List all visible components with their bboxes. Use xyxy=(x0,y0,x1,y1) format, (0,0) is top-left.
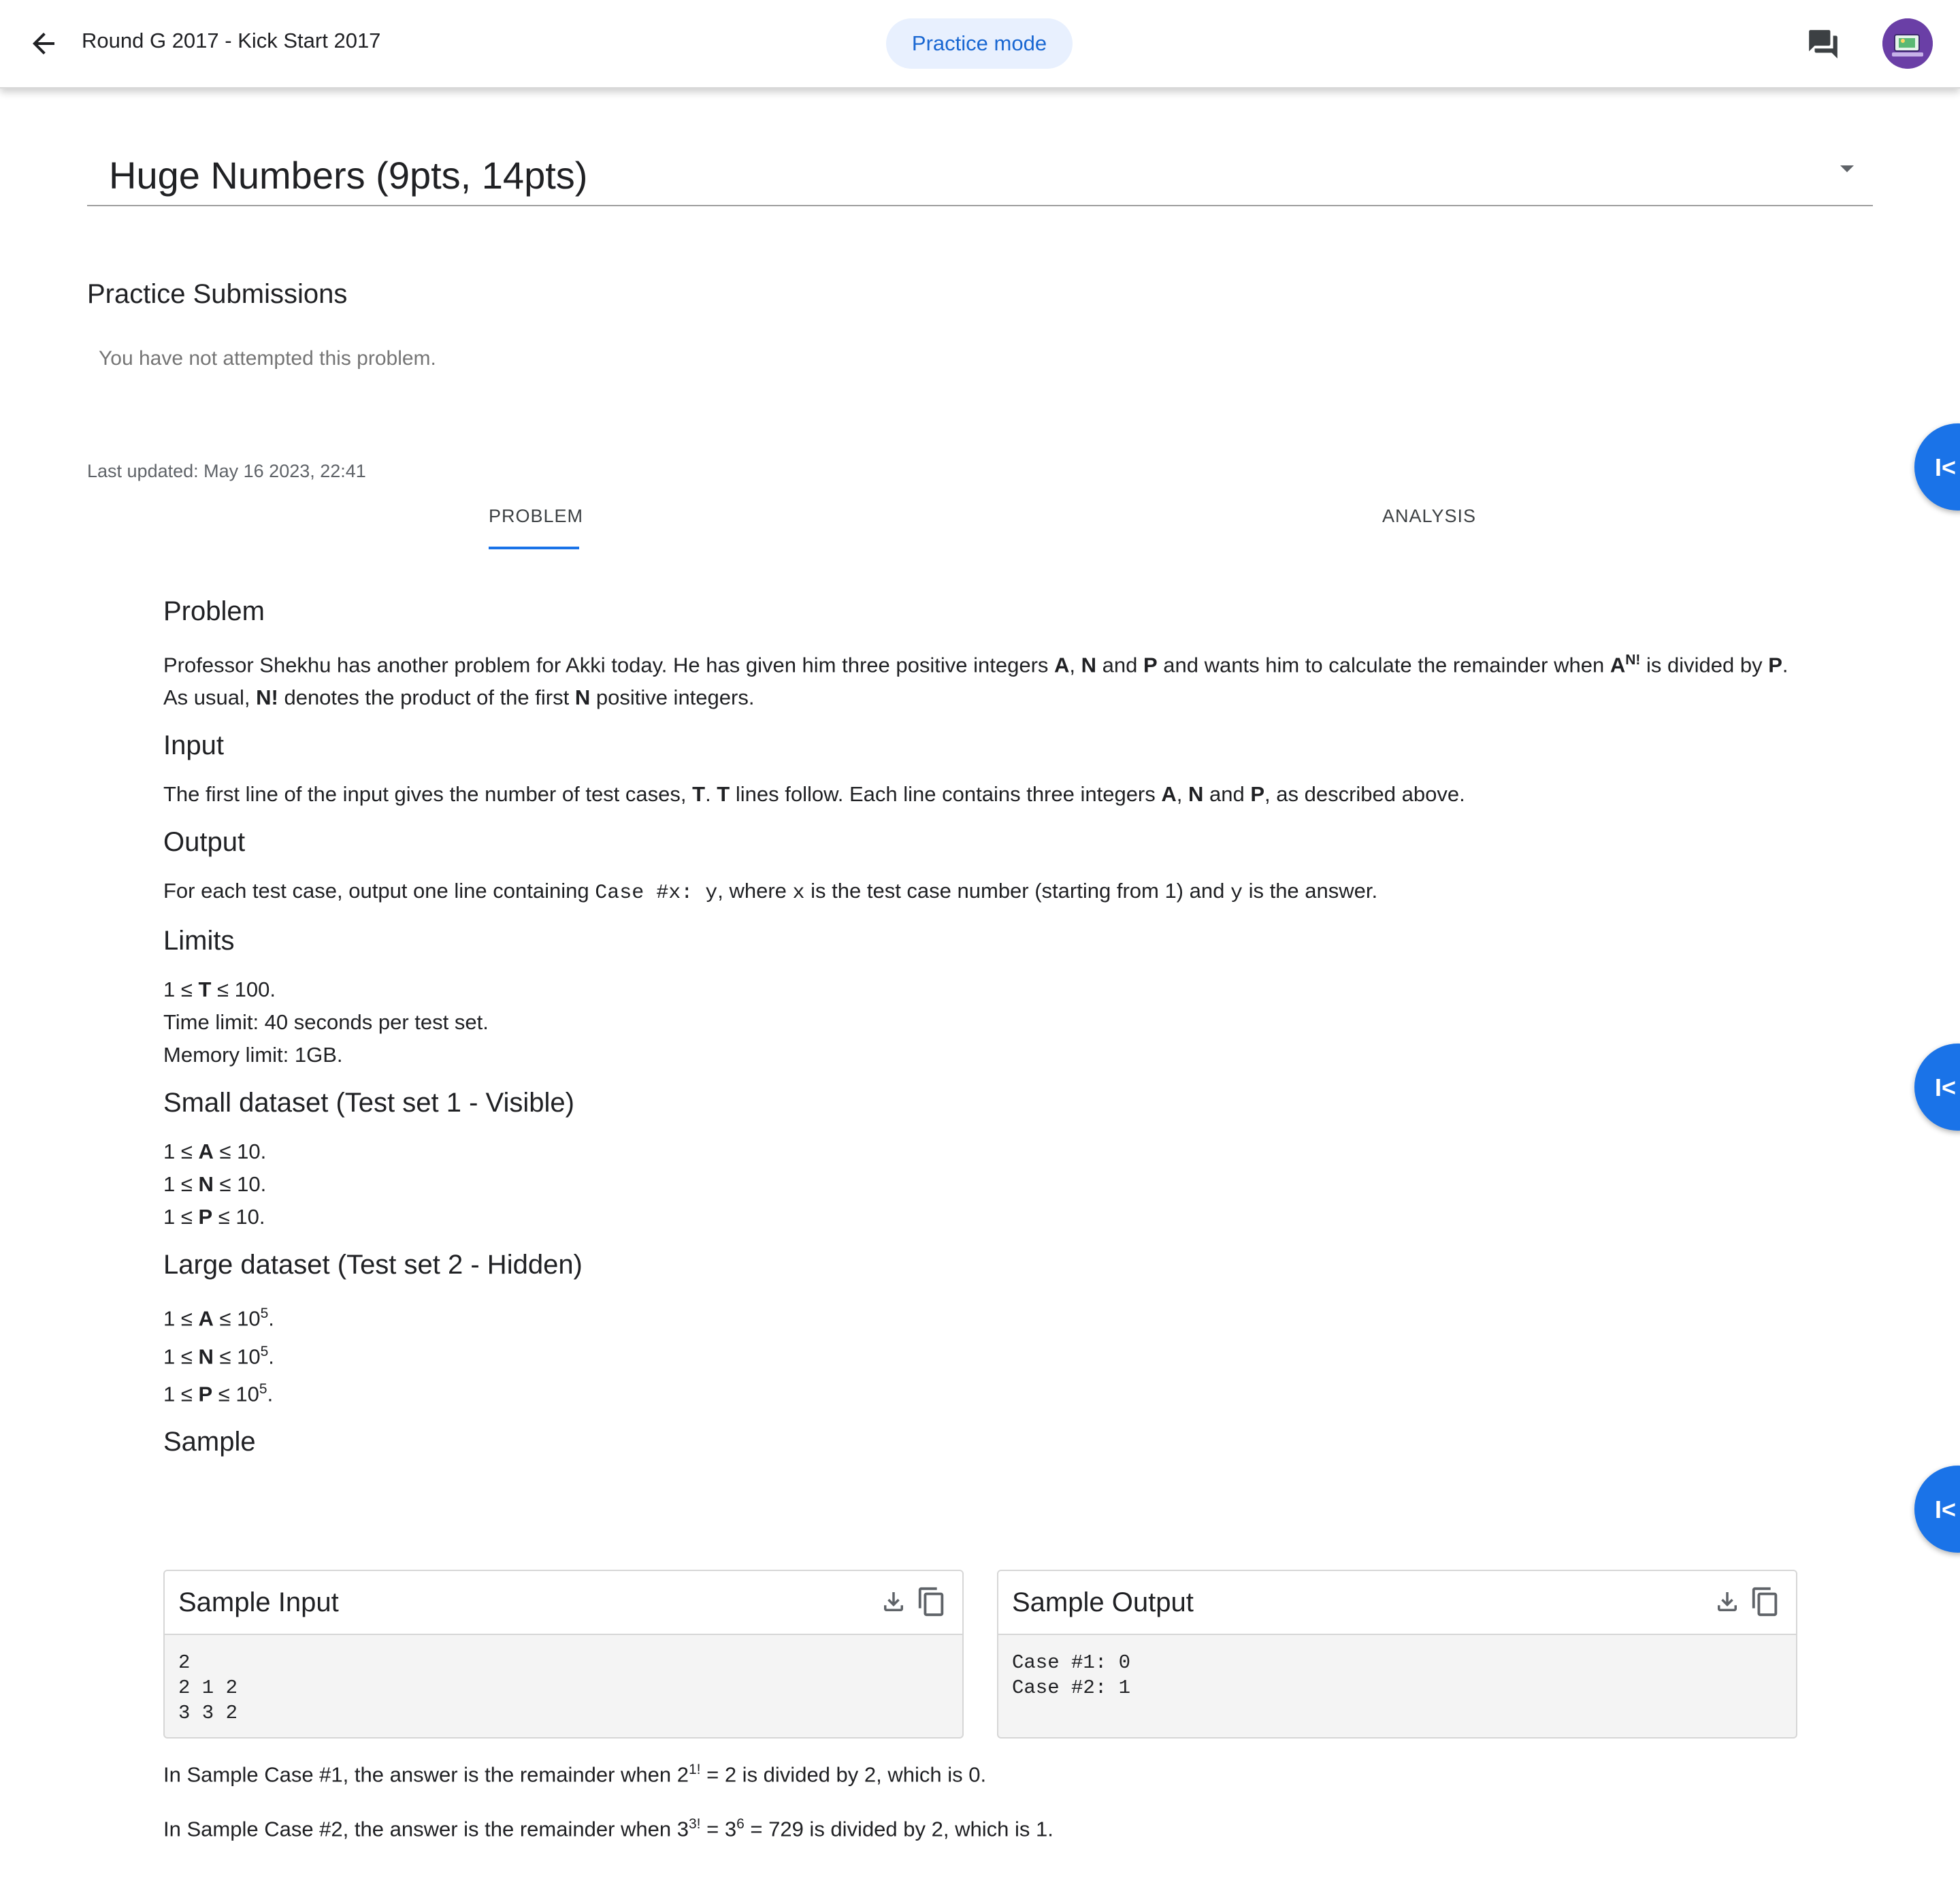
user-avatar[interactable] xyxy=(1882,18,1933,69)
large-dataset-heading: Large dataset (Test set 2 - Hidden) xyxy=(163,1250,583,1280)
copy-icon[interactable] xyxy=(916,1586,947,1617)
sample-heading: Sample xyxy=(163,1427,256,1457)
problem-title: Huge Numbers (9pts, 14pts) xyxy=(109,154,588,197)
sample-input-label: Sample Input xyxy=(178,1587,339,1617)
active-tab-indicator xyxy=(489,547,579,549)
problem-selector[interactable]: Huge Numbers (9pts, 14pts) xyxy=(87,140,1873,206)
output-paragraph: For each test case, output one line cont… xyxy=(163,879,1378,905)
large-dataset-limits: 1 ≤ A ≤ 105. 1 ≤ N ≤ 105. 1 ≤ P ≤ 105. xyxy=(163,1306,274,1406)
first-page-icon: I< xyxy=(1935,453,1957,481)
submissions-heading: Practice Submissions xyxy=(87,279,348,309)
dropdown-caret-icon xyxy=(1840,165,1854,172)
collapse-panel-button[interactable]: I< xyxy=(1914,1044,1960,1131)
practice-mode-badge: Practice mode xyxy=(886,18,1073,69)
round-title: Round G 2017 - Kick Start 2017 xyxy=(82,29,381,52)
tab-problem[interactable]: PROBLEM xyxy=(489,506,583,527)
sample-input-box: Sample Input 2 2 1 2 3 3 2 xyxy=(163,1570,964,1739)
sample-input-header: Sample Input xyxy=(165,1571,962,1635)
output-heading: Output xyxy=(163,827,246,858)
sample-io: Sample Input 2 2 1 2 3 3 2 Sample Output… xyxy=(163,1570,1797,1739)
sample-output-label: Sample Output xyxy=(1012,1587,1194,1617)
limits-list: 1 ≤ T ≤ 100. Time limit: 40 seconds per t… xyxy=(163,977,489,1067)
limits-heading: Limits xyxy=(163,926,235,956)
download-icon[interactable] xyxy=(879,1587,908,1616)
sample-output-box: Sample Output Case #1: 0 Case #2: 1 xyxy=(997,1570,1797,1739)
copy-icon[interactable] xyxy=(1750,1586,1781,1617)
first-page-icon: I< xyxy=(1935,1073,1957,1101)
input-heading: Input xyxy=(163,730,224,761)
collapse-panel-button[interactable]: I< xyxy=(1914,423,1960,511)
top-app-bar: Round G 2017 - Kick Start 2017 Practice … xyxy=(0,0,1960,88)
download-icon[interactable] xyxy=(1713,1587,1742,1616)
problem-heading: Problem xyxy=(163,596,265,626)
tab-analysis[interactable]: ANALYSIS xyxy=(1382,506,1476,527)
collapse-panel-button[interactable]: I< xyxy=(1914,1466,1960,1553)
problem-paragraph: Professor Shekhu has another problem for… xyxy=(163,652,1788,710)
sample-output-text[interactable]: Case #1: 0 Case #2: 1 xyxy=(1012,1650,1130,1700)
small-dataset-limits: 1 ≤ A ≤ 10. 1 ≤ N ≤ 10. 1 ≤ P ≤ 10. xyxy=(163,1140,267,1229)
no-attempts-text: You have not attempted this problem. xyxy=(99,347,436,370)
small-dataset-heading: Small dataset (Test set 1 - Visible) xyxy=(163,1088,574,1118)
input-paragraph: The first line of the input gives the nu… xyxy=(163,782,1465,807)
sample-case-1-explanation: In Sample Case #1, the answer is the rem… xyxy=(163,1762,987,1787)
back-arrow-icon[interactable] xyxy=(27,27,60,60)
sample-case-2-explanation: In Sample Case #2, the answer is the rem… xyxy=(163,1816,1054,1841)
sample-output-header: Sample Output xyxy=(998,1571,1796,1635)
first-page-icon: I< xyxy=(1935,1496,1957,1523)
problem-statement: Problem Professor Shekhu has another pro… xyxy=(163,592,1797,1461)
last-updated-text: Last updated: May 16 2023, 22:41 xyxy=(87,461,366,481)
sample-input-text[interactable]: 2 2 1 2 3 3 2 xyxy=(178,1650,238,1726)
forum-icon[interactable] xyxy=(1806,27,1840,61)
